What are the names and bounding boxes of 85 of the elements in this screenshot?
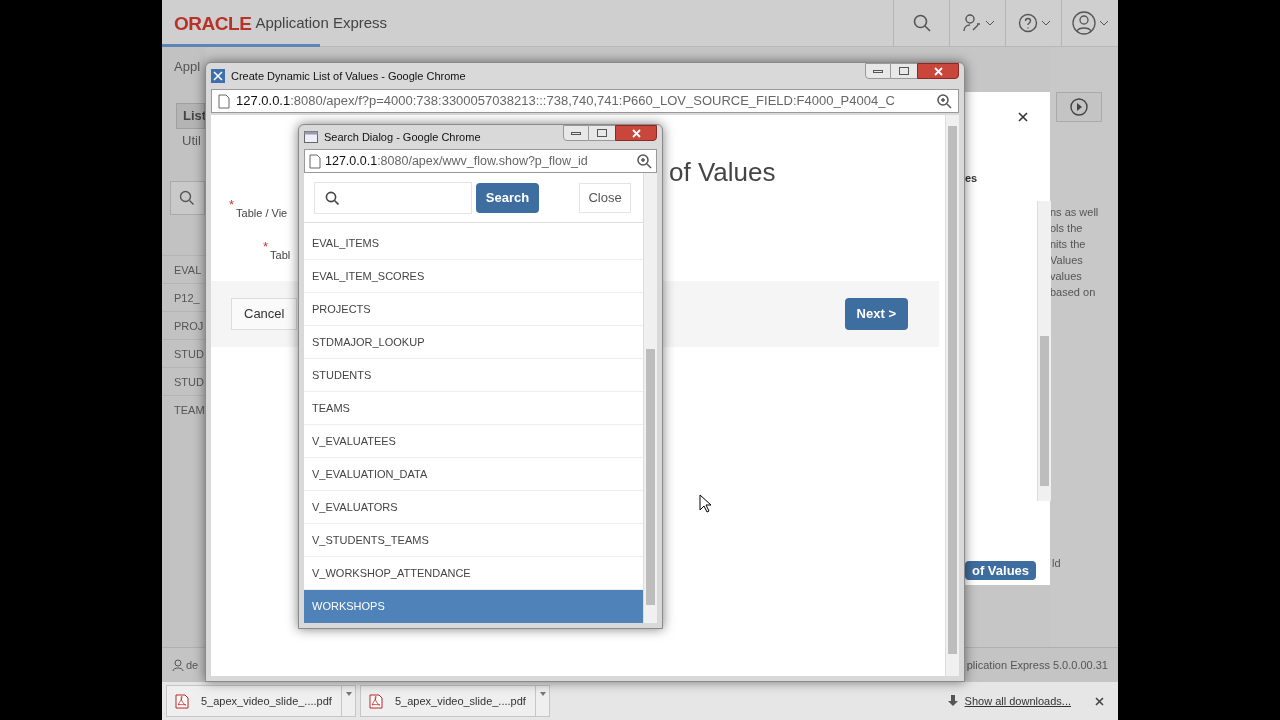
window-title: Search Dialog - Google Chrome [324,129,481,145]
search-icon [179,190,195,206]
result-row[interactable]: TEAMS [304,392,643,425]
result-row[interactable]: V_EVALUATORS [304,491,643,524]
nav-item[interactable]: List [176,103,205,129]
window-icon [304,131,318,143]
result-row[interactable]: WORKSHOPS [304,590,643,623]
result-row[interactable]: EVAL_ITEMS [304,227,643,260]
result-row[interactable]: EVAL_ITEM_SCORES [304,260,643,293]
address-bar[interactable]: 127.0.0.1:8080/apex/wwv_flow.show?p_flow_id [304,149,657,173]
search-icon [912,14,931,32]
maximize-button[interactable] [891,63,917,79]
help-text-line: Values [1050,253,1084,268]
result-row[interactable]: STUDENTS [304,359,643,392]
caret-icon [985,20,994,26]
result-row[interactable]: V_EVALUATEES [304,425,643,458]
help-text-line: ols the [1050,221,1084,236]
version-text: plication Express 5.0.0.00.31 [966,657,1108,673]
user-icon [172,658,184,672]
run-button[interactable] [1056,92,1102,122]
download-item[interactable]: 5_apex_video_slide_....pdf [166,685,356,717]
caret-icon [539,692,546,696]
download-filename: 5_apex_video_slide_....pdf [395,693,527,709]
product-name: Application Express [255,12,388,33]
close-icon [1095,696,1104,706]
zoom-icon [937,93,952,109]
pdf-icon [175,693,189,709]
close-button[interactable] [615,125,657,141]
tab-label[interactable]: Appl [162,47,205,91]
search-button[interactable]: Search [476,182,539,213]
close-icon [933,66,943,76]
modal-heading: es [965,171,979,186]
window-title: Create Dynamic List of Values - Google Chrome [231,68,466,84]
maximize-button[interactable] [589,125,615,141]
help-icon [1017,13,1038,33]
page-icon [218,93,230,109]
nav-item[interactable]: Util [176,128,205,152]
scrollbar[interactable] [1037,200,1051,501]
create-lov-button[interactable]: of Values [965,560,1036,580]
close-icon [631,128,641,138]
help-text-line: nits the [1050,237,1087,252]
oracle-logo: ORACLE [174,13,252,33]
url-text: 127.0.0.1:8080/apex/wwv_flow.show?p_flow_id [325,152,589,170]
minimize-button[interactable] [865,63,891,79]
result-row[interactable]: V_STUDENTS_TEAMS [304,524,643,557]
result-row[interactable]: V_EVALUATION_DATA [304,458,643,491]
close-button[interactable] [917,63,959,79]
play-icon [1070,98,1088,116]
download-icon [946,695,959,707]
close-button[interactable]: Close [579,182,631,213]
show-all-downloads-link[interactable]: Show all downloads... [964,692,1071,710]
scrollbar[interactable] [945,115,959,676]
required-marker: * [229,198,235,214]
close-icon [1018,112,1028,122]
person-wrench-icon [961,13,982,33]
mouse-pointer-icon [699,494,711,513]
search-field[interactable] [170,181,205,215]
result-row[interactable]: STDMAJOR_LOOKUP [304,326,643,359]
page-heading: of Values [669,156,776,189]
app-icon [211,69,225,83]
download-filename: 5_apex_video_slide_....pdf [201,693,333,709]
user-icon [1072,11,1096,35]
search-icon [325,190,339,205]
page-icon [309,153,321,169]
next-button[interactable]: Next > [844,298,908,330]
help-text: ld [1051,556,1062,571]
caret-icon [1041,20,1050,26]
minimize-button[interactable] [563,125,589,141]
pdf-icon [369,693,383,709]
url-text: 127.0.0.1:8080/apex/f?p=4000:738:3300057038213:::738,740,741:P660_LOV_SOURCE_FIELD:F4000_P4004_C [236,92,896,111]
download-item[interactable]: 5_apex_video_slide_....pdf [360,685,550,717]
cancel-button[interactable]: Cancel [231,298,298,330]
field-label: Table / Vie [235,206,288,221]
caret-icon [345,692,352,696]
help-text-line: based on [1050,285,1097,300]
field-label: Tabl [269,247,291,263]
help-text-line: values [1050,269,1083,284]
caret-icon [1100,20,1108,26]
required-marker: * [263,239,269,256]
zoom-icon [637,153,652,169]
address-bar[interactable]: 127.0.0.1:8080/apex/f?p=4000:738:3300057038213:::738,740,741:P660_LOV_SOURCE_FIELD:F4000_P4004_C [211,89,959,113]
help-text-line: ns as well [1050,205,1100,220]
scrollbar[interactable] [643,173,657,623]
result-row[interactable]: PROJECTS [304,293,643,326]
username: de [186,657,199,673]
